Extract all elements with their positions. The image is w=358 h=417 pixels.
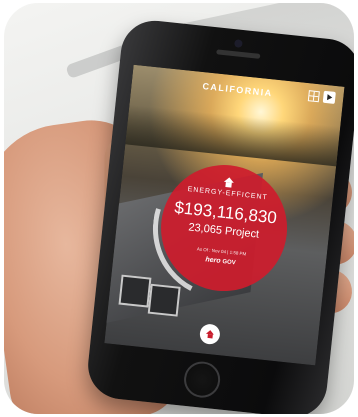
category-label: ENERGY-EFFICENT: [187, 186, 269, 202]
as-of-date: As Of : Nov 04 | 1:58 PM: [196, 246, 247, 257]
earpiece-speaker: [216, 49, 261, 59]
play-icon[interactable]: [322, 90, 336, 104]
front-camera: [234, 39, 243, 48]
house-window: [147, 283, 181, 317]
brand-name: hero: [205, 256, 221, 265]
brand-suffix: GOV: [222, 259, 236, 267]
photo-frame: CALIFORNIA ENERGY-EFFICENT $193,116,830 …: [4, 3, 354, 414]
grid-icon[interactable]: [307, 90, 320, 103]
home-icon: [205, 330, 214, 339]
location-title: CALIFORNIA: [202, 81, 274, 99]
brand-logo: hero GOV: [205, 256, 236, 266]
phone-screen: CALIFORNIA ENERGY-EFFICENT $193,116,830 …: [104, 64, 345, 366]
house-window: [118, 274, 152, 308]
smartphone: CALIFORNIA ENERGY-EFFICENT $193,116,830 …: [84, 17, 354, 414]
phone-home-button[interactable]: [182, 359, 222, 400]
house-icon: [223, 177, 234, 188]
